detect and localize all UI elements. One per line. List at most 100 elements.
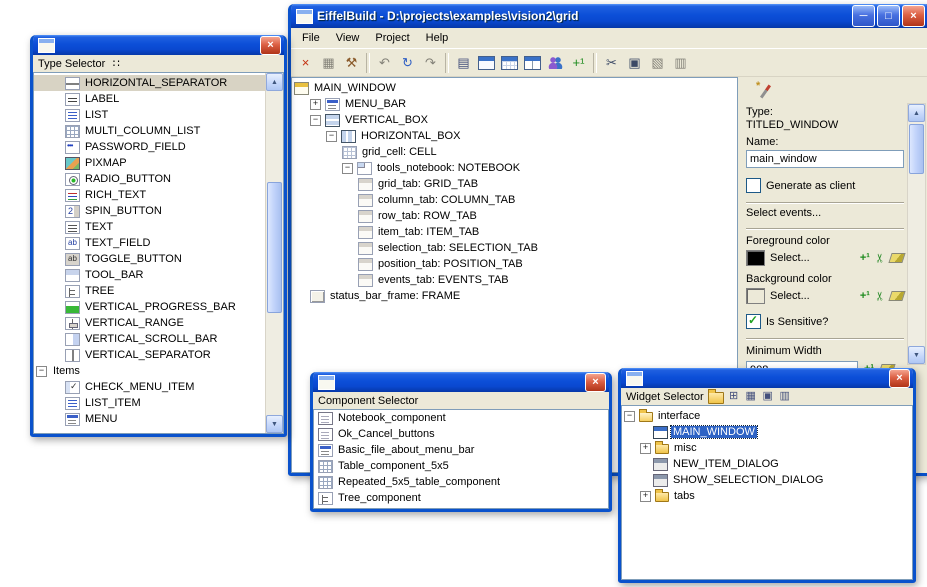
tree-row[interactable]: PASSWORD_FIELD [34,139,283,155]
tree-row[interactable]: MAIN_WINDOW [292,80,737,96]
expander-icon[interactable]: − [624,411,635,422]
tree-row[interactable]: events_tab: EVENTS_TAB [292,272,737,288]
tree-row[interactable]: TEXT [34,219,283,235]
save-button[interactable]: ▦ [317,52,340,74]
properties-scrollbar[interactable]: ▲ ▼ [907,103,926,365]
tree-row[interactable]: TEXT_FIELD [34,235,283,251]
maximize-button[interactable]: □ [877,5,900,27]
background-select-button[interactable]: Select... [770,290,855,302]
tree-row[interactable]: MULTI_COLUMN_LIST [34,123,283,139]
tree-row[interactable]: item_tab: ITEM_TAB [292,224,737,240]
tree-row[interactable]: column_tab: COLUMN_TAB [292,192,737,208]
delete-button[interactable]: × [294,52,317,74]
tree-row[interactable]: − tools_notebook: NOTEBOOK [292,160,737,176]
scroll-down-button[interactable]: ▼ [908,346,925,364]
tree-row[interactable]: SPIN_BUTTON [34,203,283,219]
build-button[interactable]: ⚒ [340,52,363,74]
tree-row[interactable]: LABEL [34,91,283,107]
tree-row[interactable]: selection_tab: SELECTION_TAB [292,240,737,256]
show-widget-selector-button[interactable] [498,52,521,74]
tree-row[interactable]: VERTICAL_PROGRESS_BAR [34,299,283,315]
type-selector-titlebar[interactable]: × [33,35,284,55]
tree-row[interactable]: RICH_TEXT [34,187,283,203]
clipboard-button[interactable]: ▥ [669,52,692,74]
show-users-button[interactable] [544,52,567,74]
refresh-button[interactable]: ↻ [396,52,419,74]
generate-as-client-checkbox[interactable] [746,178,761,193]
expander-icon[interactable]: + [640,491,651,502]
tree-row[interactable]: MAIN_WINDOW [622,424,912,440]
minimize-button[interactable]: ─ [852,5,875,27]
expander-icon[interactable]: + [310,99,321,110]
tree-row[interactable]: VERTICAL_SCROLL_BAR [34,331,283,347]
tree-row[interactable]: HORIZONTAL_SEPARATOR [34,75,283,91]
widget-selector-titlebar[interactable]: × [621,368,913,388]
expander-icon[interactable]: − [326,131,337,142]
copy-button[interactable]: ▣ [623,52,646,74]
scroll-down-button[interactable]: ▼ [266,415,283,433]
tree-row[interactable]: RADIO_BUTTON [34,171,283,187]
expander-icon[interactable]: − [36,366,47,377]
paste-button[interactable]: ▥ [778,390,792,403]
new-window-button[interactable]: ⊞ [727,390,741,403]
scroll-thumb[interactable] [267,182,282,314]
background-pick-icon[interactable]: ✂ [874,291,886,301]
tree-row[interactable]: TOGGLE_BUTTON [34,251,283,267]
foreground-select-button[interactable]: Select... [770,252,855,264]
add-one-button[interactable]: +¹ [567,52,590,74]
show-main-window-button[interactable] [475,52,498,74]
close-button[interactable]: × [260,36,281,55]
scroll-up-button[interactable]: ▲ [266,73,283,91]
tree-row[interactable]: LIST [34,107,283,123]
tree-row[interactable]: grid_cell: CELL [292,144,737,160]
foreground-reset-icon[interactable] [888,253,905,263]
tree-row[interactable]: TREE [34,283,283,299]
list-item[interactable]: Tree_component [314,490,608,506]
menu-help[interactable]: Help [418,30,457,46]
expander-icon[interactable]: + [640,443,651,454]
undo-button[interactable]: ↶ [373,52,396,74]
view-grid-button[interactable]: ▦ [744,390,758,403]
tree-row[interactable]: NEW_ITEM_DIALOG [622,456,912,472]
foreground-apply-icon[interactable]: +¹ [860,253,870,264]
categories-icon[interactable]: ∷ [109,57,123,70]
tree-row[interactable]: SHOW_SELECTION_DIALOG [622,472,912,488]
menu-view[interactable]: View [328,30,368,46]
tree-row[interactable]: VERTICAL_SEPARATOR [34,347,283,363]
foreground-pick-icon[interactable]: ✂ [874,253,886,263]
list-item[interactable]: Ok_Cancel_buttons [314,426,608,442]
component-selector-titlebar[interactable]: × [313,372,609,392]
tree-row[interactable]: row_tab: ROW_TAB [292,208,737,224]
select-events-button[interactable]: Select events... [746,207,904,219]
tree-row[interactable]: PIXMAP [34,155,283,171]
tree-row[interactable]: TOOL_BAR [34,267,283,283]
tree-row[interactable]: + tabs [622,488,912,504]
tree-row[interactable]: MENU [34,411,283,427]
close-button[interactable]: × [889,369,910,388]
new-folder-button[interactable] [708,392,724,404]
close-button[interactable]: × [902,5,925,27]
type-selector-scrollbar[interactable]: ▲ ▼ [265,73,283,433]
tree-row[interactable]: − VERTICAL_BOX [292,112,737,128]
scroll-up-button[interactable]: ▲ [908,104,925,122]
scroll-track[interactable] [908,122,925,346]
list-item[interactable]: Basic_file_about_menu_bar [314,442,608,458]
menu-project[interactable]: Project [367,30,417,46]
show-component-selector-button[interactable] [521,52,544,74]
tree-row[interactable]: LIST_ITEM [34,395,283,411]
tree-row[interactable]: status_bar_frame: FRAME [292,288,737,304]
generate-code-button[interactable]: ▤ [452,52,475,74]
redo-button[interactable]: ↷ [419,52,442,74]
menu-file[interactable]: File [294,30,328,46]
expander-icon[interactable]: − [310,115,321,126]
main-titlebar[interactable]: EiffelBuild - D:\projects\examples\visio… [291,4,927,28]
cut-button[interactable]: ✂ [600,52,623,74]
close-button[interactable]: × [585,373,606,392]
paste-button[interactable]: ▧ [646,52,669,74]
background-reset-icon[interactable] [888,291,905,301]
list-item[interactable]: Repeated_5x5_table_component [314,474,608,490]
scroll-thumb[interactable] [909,124,924,174]
tree-row[interactable]: − Items [34,363,283,379]
copy-button[interactable]: ▣ [761,390,775,403]
list-item[interactable]: Notebook_component [314,410,608,426]
